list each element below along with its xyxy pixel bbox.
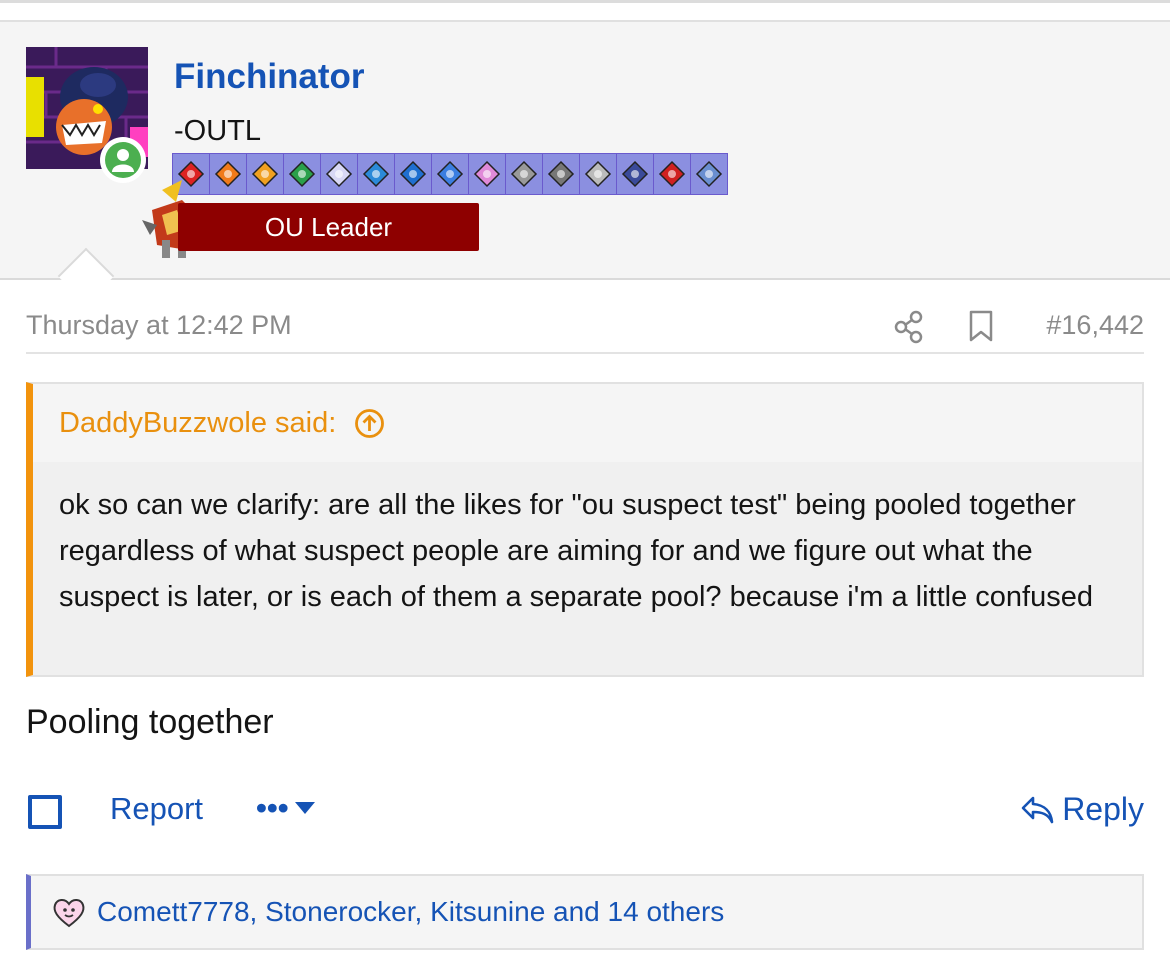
post-timestamp[interactable]: Thursday at 12:42 PM [26,310,292,341]
gear-badge-icon [542,153,580,195]
psychic-badge-icon [431,153,469,195]
user-title: -OUTL [174,115,261,147]
post-actions: Report ••• Reply [26,786,1144,836]
heart-reaction-icon [51,895,87,929]
online-status-icon [100,137,146,183]
post-message: Pooling together [26,703,274,741]
arrow-up-circle-icon[interactable] [354,408,385,439]
post-number-link[interactable]: #16,442 [1046,310,1144,341]
sun-badge-icon [246,153,284,195]
orb-badge-icon [579,153,617,195]
role-banner: OU Leader [178,203,479,251]
steel-badge-icon [505,153,543,195]
badge-row [172,153,728,195]
bookmark-icon[interactable] [968,310,994,342]
quote-block: DaddyBuzzwole said: ok so can we clarify… [26,382,1144,677]
post-meta: Thursday at 12:42 PM #16,442 [26,300,1144,354]
fairy-badge-icon [468,153,506,195]
reactions-bar[interactable]: Comett7778, Stonerocker, Kitsunine and 1… [26,874,1144,950]
select-checkbox[interactable] [28,795,62,829]
rock-badge-icon [320,153,358,195]
leaf-badge-icon [283,153,321,195]
share-icon[interactable] [894,310,924,344]
trophy-badge-icon [616,153,654,195]
medal-badge-icon [653,153,691,195]
reply-button[interactable]: Reply [1020,791,1144,828]
reply-label: Reply [1062,791,1144,827]
quote-text: ok so can we clarify: are all the likes … [33,462,1142,675]
username-link[interactable]: Finchinator [174,57,365,97]
caret-down-icon [294,802,315,814]
reactions-users-link[interactable]: Comett7778, Stonerocker, Kitsunine and 1… [97,896,724,928]
diamond-badge-icon [209,153,247,195]
wave-badge-icon [357,153,395,195]
more-options-label: ••• [256,790,289,825]
report-link[interactable]: Report [110,791,203,827]
more-options-button[interactable]: ••• [256,790,315,826]
quote-header: DaddyBuzzwole said: [33,384,1142,462]
drop-badge-icon [394,153,432,195]
top-divider [0,0,1170,22]
reply-arrow-icon [1021,796,1054,823]
quote-attribution-link[interactable]: DaddyBuzzwole said: [59,407,336,440]
star-badge-icon [690,153,728,195]
